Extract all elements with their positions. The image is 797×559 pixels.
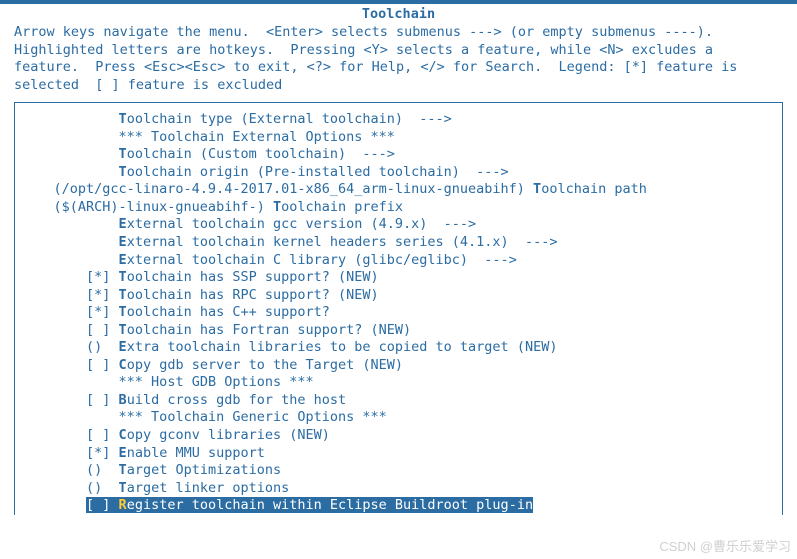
menu-item[interactable]: ($(ARCH)-linux-gnueabihf-) Toolchain pre… bbox=[15, 199, 782, 217]
menu-item[interactable]: Toolchain origin (Pre-installed toolchai… bbox=[15, 164, 782, 182]
hotkey: T bbox=[119, 304, 127, 320]
hotkey: E bbox=[119, 234, 127, 250]
menu-item[interactable]: External toolchain kernel headers series… bbox=[15, 234, 782, 252]
hotkey: T bbox=[119, 322, 127, 338]
menu-item[interactable]: External toolchain C library (glibc/egli… bbox=[15, 252, 782, 270]
menu-item[interactable]: [ ] Copy gconv libraries (NEW) bbox=[15, 427, 782, 445]
hotkey: R bbox=[119, 497, 127, 513]
menu-item[interactable]: [*] Enable MMU support bbox=[15, 445, 782, 463]
hotkey: E bbox=[119, 252, 127, 268]
watermark: CSDN @曹乐乐爱学习 bbox=[659, 536, 791, 555]
hotkey: T bbox=[119, 287, 127, 303]
hotkey: T bbox=[119, 462, 127, 478]
hotkey: T bbox=[119, 480, 127, 496]
menu-item[interactable]: [*] Toolchain has RPC support? (NEW) bbox=[15, 287, 782, 305]
menu-item[interactable]: [ ] Build cross gdb for the host bbox=[15, 392, 782, 410]
help-text: Arrow keys navigate the menu. <Enter> se… bbox=[0, 24, 797, 102]
hotkey: T bbox=[119, 111, 127, 127]
hotkey: T bbox=[119, 164, 127, 180]
hotkey: T bbox=[119, 146, 127, 162]
hotkey: E bbox=[119, 445, 127, 461]
menu-item: *** Toolchain Generic Options *** bbox=[15, 409, 782, 427]
menu-item[interactable]: () Target linker options bbox=[15, 480, 782, 498]
menu-frame: Toolchain type (External toolchain) --->… bbox=[14, 102, 783, 515]
menu-item[interactable]: (/opt/gcc-linaro-4.9.4-2017.01-x86_64_ar… bbox=[15, 181, 782, 199]
hotkey: T bbox=[273, 199, 281, 215]
hotkey: B bbox=[119, 392, 127, 408]
hotkey: C bbox=[119, 427, 127, 443]
hotkey: T bbox=[119, 269, 127, 285]
menu-item: *** Toolchain External Options *** bbox=[15, 129, 782, 147]
hotkey: E bbox=[119, 216, 127, 232]
hotkey: C bbox=[119, 357, 127, 373]
menu-item[interactable]: Toolchain type (External toolchain) ---> bbox=[15, 111, 782, 129]
menu-title: Toolchain bbox=[0, 4, 797, 24]
menu-item-selected[interactable]: [ ] Register toolchain within Eclipse Bu… bbox=[86, 497, 533, 513]
menu-item: *** Host GDB Options *** bbox=[15, 374, 782, 392]
menu-item[interactable]: () Target Optimizations bbox=[15, 462, 782, 480]
menu-item[interactable]: External toolchain gcc version (4.9.x) -… bbox=[15, 216, 782, 234]
menu-item[interactable]: [*] Toolchain has SSP support? (NEW) bbox=[15, 269, 782, 287]
menu-item[interactable]: [ ] Register toolchain within Eclipse Bu… bbox=[15, 497, 782, 515]
hotkey: T bbox=[533, 181, 541, 197]
menu-item[interactable]: [ ] Toolchain has Fortran support? (NEW) bbox=[15, 322, 782, 340]
menu-item[interactable]: Toolchain (Custom toolchain) ---> bbox=[15, 146, 782, 164]
menu-item[interactable]: [*] Toolchain has C++ support? bbox=[15, 304, 782, 322]
hotkey: E bbox=[119, 339, 127, 355]
menu-item[interactable]: () Extra toolchain libraries to be copie… bbox=[15, 339, 782, 357]
menu-item[interactable]: [ ] Copy gdb server to the Target (NEW) bbox=[15, 357, 782, 375]
menu-list: Toolchain type (External toolchain) --->… bbox=[15, 111, 782, 515]
